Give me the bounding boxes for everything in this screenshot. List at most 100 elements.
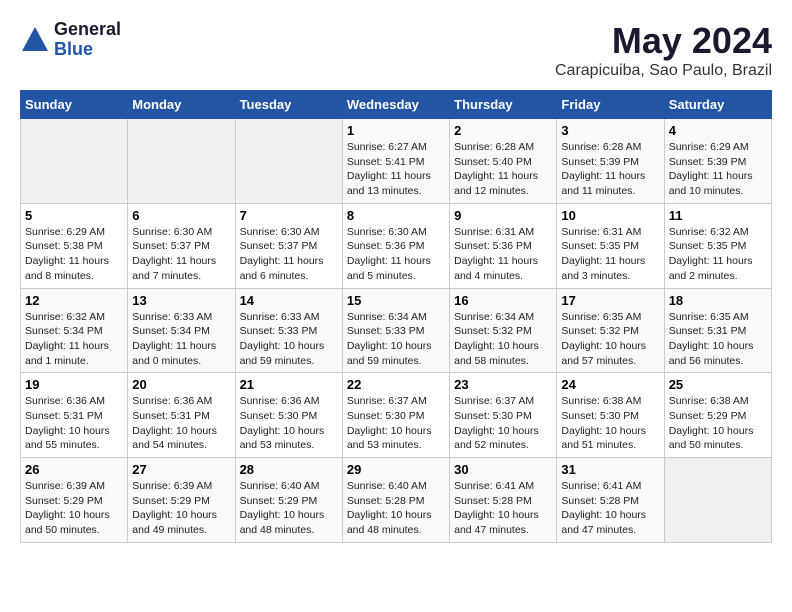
calendar-cell: 5 Sunrise: 6:29 AM Sunset: 5:38 PM Daylig… bbox=[21, 203, 128, 288]
calendar-cell: 16 Sunrise: 6:34 AM Sunset: 5:32 PM Dayli… bbox=[450, 288, 557, 373]
day-number: 2 bbox=[454, 123, 552, 138]
day-info: Sunrise: 6:36 AM Sunset: 5:30 PM Dayligh… bbox=[240, 394, 338, 453]
day-info: Sunrise: 6:39 AM Sunset: 5:29 PM Dayligh… bbox=[25, 479, 123, 538]
day-info: Sunrise: 6:29 AM Sunset: 5:38 PM Dayligh… bbox=[25, 225, 123, 284]
calendar-cell: 25Sunrise: 6:38 AM Sunset: 5:29 PM Dayli… bbox=[664, 373, 771, 458]
day-info: Sunrise: 6:31 AM Sunset: 5:35 PM Dayligh… bbox=[561, 225, 659, 284]
title-area: May 2024 Carapicuiba, Sao Paulo, Brazil bbox=[555, 20, 772, 80]
calendar-cell: 19Sunrise: 6:36 AM Sunset: 5:31 PM Dayli… bbox=[21, 373, 128, 458]
day-header-friday: Friday bbox=[557, 91, 664, 119]
day-info: Sunrise: 6:36 AM Sunset: 5:31 PM Dayligh… bbox=[25, 394, 123, 453]
day-number: 14 bbox=[240, 293, 338, 308]
day-number: 29 bbox=[347, 462, 445, 477]
calendar-cell: 9Sunrise: 6:31 AM Sunset: 5:36 PM Daylig… bbox=[450, 203, 557, 288]
calendar-week-2: 5 Sunrise: 6:29 AM Sunset: 5:38 PM Daylig… bbox=[21, 203, 772, 288]
day-number: 26 bbox=[25, 462, 123, 477]
calendar-cell: 18 Sunrise: 6:35 AM Sunset: 5:31 PM Dayli… bbox=[664, 288, 771, 373]
calendar-cell bbox=[21, 119, 128, 204]
day-info: Sunrise: 6:33 AM Sunset: 5:33 PM Dayligh… bbox=[240, 310, 338, 369]
calendar-cell: 21 Sunrise: 6:36 AM Sunset: 5:30 PM Dayli… bbox=[235, 373, 342, 458]
logo-icon bbox=[20, 25, 50, 55]
day-number: 4 bbox=[669, 123, 767, 138]
day-info: Sunrise: 6:35 AM Sunset: 5:31 PM Dayligh… bbox=[669, 310, 767, 369]
calendar-cell: 15Sunrise: 6:34 AM Sunset: 5:33 PM Dayli… bbox=[342, 288, 449, 373]
day-number: 5 bbox=[25, 208, 123, 223]
day-info: Sunrise: 6:41 AM Sunset: 5:28 PM Dayligh… bbox=[561, 479, 659, 538]
calendar-body: 1 Sunrise: 6:27 AM Sunset: 5:41 PM Daylig… bbox=[21, 119, 772, 543]
calendar-cell bbox=[664, 458, 771, 543]
day-number: 1 bbox=[347, 123, 445, 138]
day-info: Sunrise: 6:28 AM Sunset: 5:40 PM Dayligh… bbox=[454, 140, 552, 199]
day-number: 28 bbox=[240, 462, 338, 477]
calendar-cell bbox=[235, 119, 342, 204]
calendar-cell: 1 Sunrise: 6:27 AM Sunset: 5:41 PM Daylig… bbox=[342, 119, 449, 204]
day-info: Sunrise: 6:32 AM Sunset: 5:35 PM Dayligh… bbox=[669, 225, 767, 284]
calendar-cell: 7 Sunrise: 6:30 AM Sunset: 5:37 PM Daylig… bbox=[235, 203, 342, 288]
day-info: Sunrise: 6:37 AM Sunset: 5:30 PM Dayligh… bbox=[454, 394, 552, 453]
calendar-cell bbox=[128, 119, 235, 204]
calendar-cell: 17 Sunrise: 6:35 AM Sunset: 5:32 PM Dayli… bbox=[557, 288, 664, 373]
calendar-cell: 23 Sunrise: 6:37 AM Sunset: 5:30 PM Dayli… bbox=[450, 373, 557, 458]
calendar-cell: 31Sunrise: 6:41 AM Sunset: 5:28 PM Dayli… bbox=[557, 458, 664, 543]
day-number: 21 bbox=[240, 377, 338, 392]
day-number: 23 bbox=[454, 377, 552, 392]
logo-general: General bbox=[54, 20, 121, 40]
calendar-cell: 11Sunrise: 6:32 AM Sunset: 5:35 PM Dayli… bbox=[664, 203, 771, 288]
day-info: Sunrise: 6:35 AM Sunset: 5:32 PM Dayligh… bbox=[561, 310, 659, 369]
day-info: Sunrise: 6:34 AM Sunset: 5:32 PM Dayligh… bbox=[454, 310, 552, 369]
calendar-cell: 26 Sunrise: 6:39 AM Sunset: 5:29 PM Dayli… bbox=[21, 458, 128, 543]
calendar-table: SundayMondayTuesdayWednesdayThursdayFrid… bbox=[20, 90, 772, 543]
day-number: 7 bbox=[240, 208, 338, 223]
calendar-week-3: 12Sunrise: 6:32 AM Sunset: 5:34 PM Dayli… bbox=[21, 288, 772, 373]
calendar-cell: 8 Sunrise: 6:30 AM Sunset: 5:36 PM Daylig… bbox=[342, 203, 449, 288]
day-number: 15 bbox=[347, 293, 445, 308]
calendar-cell: 30 Sunrise: 6:41 AM Sunset: 5:28 PM Dayli… bbox=[450, 458, 557, 543]
calendar-week-4: 19Sunrise: 6:36 AM Sunset: 5:31 PM Dayli… bbox=[21, 373, 772, 458]
day-info: Sunrise: 6:38 AM Sunset: 5:30 PM Dayligh… bbox=[561, 394, 659, 453]
day-info: Sunrise: 6:33 AM Sunset: 5:34 PM Dayligh… bbox=[132, 310, 230, 369]
day-number: 8 bbox=[347, 208, 445, 223]
day-info: Sunrise: 6:41 AM Sunset: 5:28 PM Dayligh… bbox=[454, 479, 552, 538]
day-info: Sunrise: 6:36 AM Sunset: 5:31 PM Dayligh… bbox=[132, 394, 230, 453]
day-number: 27 bbox=[132, 462, 230, 477]
day-number: 17 bbox=[561, 293, 659, 308]
calendar-week-5: 26 Sunrise: 6:39 AM Sunset: 5:29 PM Dayli… bbox=[21, 458, 772, 543]
day-info: Sunrise: 6:28 AM Sunset: 5:39 PM Dayligh… bbox=[561, 140, 659, 199]
calendar-week-1: 1 Sunrise: 6:27 AM Sunset: 5:41 PM Daylig… bbox=[21, 119, 772, 204]
calendar-cell: 2 Sunrise: 6:28 AM Sunset: 5:40 PM Daylig… bbox=[450, 119, 557, 204]
calendar-cell: 6Sunrise: 6:30 AM Sunset: 5:37 PM Daylig… bbox=[128, 203, 235, 288]
day-number: 18 bbox=[669, 293, 767, 308]
day-number: 30 bbox=[454, 462, 552, 477]
day-info: Sunrise: 6:39 AM Sunset: 5:29 PM Dayligh… bbox=[132, 479, 230, 538]
calendar-cell: 12Sunrise: 6:32 AM Sunset: 5:34 PM Dayli… bbox=[21, 288, 128, 373]
calendar-cell: 29 Sunrise: 6:40 AM Sunset: 5:28 PM Dayli… bbox=[342, 458, 449, 543]
day-info: Sunrise: 6:30 AM Sunset: 5:37 PM Dayligh… bbox=[132, 225, 230, 284]
day-info: Sunrise: 6:37 AM Sunset: 5:30 PM Dayligh… bbox=[347, 394, 445, 453]
day-number: 22 bbox=[347, 377, 445, 392]
calendar-header: SundayMondayTuesdayWednesdayThursdayFrid… bbox=[21, 91, 772, 119]
day-info: Sunrise: 6:40 AM Sunset: 5:28 PM Dayligh… bbox=[347, 479, 445, 538]
day-info: Sunrise: 6:32 AM Sunset: 5:34 PM Dayligh… bbox=[25, 310, 123, 369]
day-number: 24 bbox=[561, 377, 659, 392]
calendar-cell: 3Sunrise: 6:28 AM Sunset: 5:39 PM Daylig… bbox=[557, 119, 664, 204]
days-of-week-row: SundayMondayTuesdayWednesdayThursdayFrid… bbox=[21, 91, 772, 119]
day-info: Sunrise: 6:30 AM Sunset: 5:36 PM Dayligh… bbox=[347, 225, 445, 284]
day-header-saturday: Saturday bbox=[664, 91, 771, 119]
day-number: 20 bbox=[132, 377, 230, 392]
day-header-tuesday: Tuesday bbox=[235, 91, 342, 119]
logo: General Blue bbox=[20, 20, 121, 60]
day-number: 9 bbox=[454, 208, 552, 223]
day-info: Sunrise: 6:27 AM Sunset: 5:41 PM Dayligh… bbox=[347, 140, 445, 199]
calendar-cell: 13 Sunrise: 6:33 AM Sunset: 5:34 PM Dayli… bbox=[128, 288, 235, 373]
calendar-cell: 4Sunrise: 6:29 AM Sunset: 5:39 PM Daylig… bbox=[664, 119, 771, 204]
calendar-cell: 20 Sunrise: 6:36 AM Sunset: 5:31 PM Dayli… bbox=[128, 373, 235, 458]
day-header-sunday: Sunday bbox=[21, 91, 128, 119]
day-info: Sunrise: 6:30 AM Sunset: 5:37 PM Dayligh… bbox=[240, 225, 338, 284]
day-number: 13 bbox=[132, 293, 230, 308]
calendar-cell: 10 Sunrise: 6:31 AM Sunset: 5:35 PM Dayli… bbox=[557, 203, 664, 288]
calendar-cell: 27 Sunrise: 6:39 AM Sunset: 5:29 PM Dayli… bbox=[128, 458, 235, 543]
day-number: 16 bbox=[454, 293, 552, 308]
day-number: 10 bbox=[561, 208, 659, 223]
calendar-cell: 22 Sunrise: 6:37 AM Sunset: 5:30 PM Dayli… bbox=[342, 373, 449, 458]
day-number: 25 bbox=[669, 377, 767, 392]
